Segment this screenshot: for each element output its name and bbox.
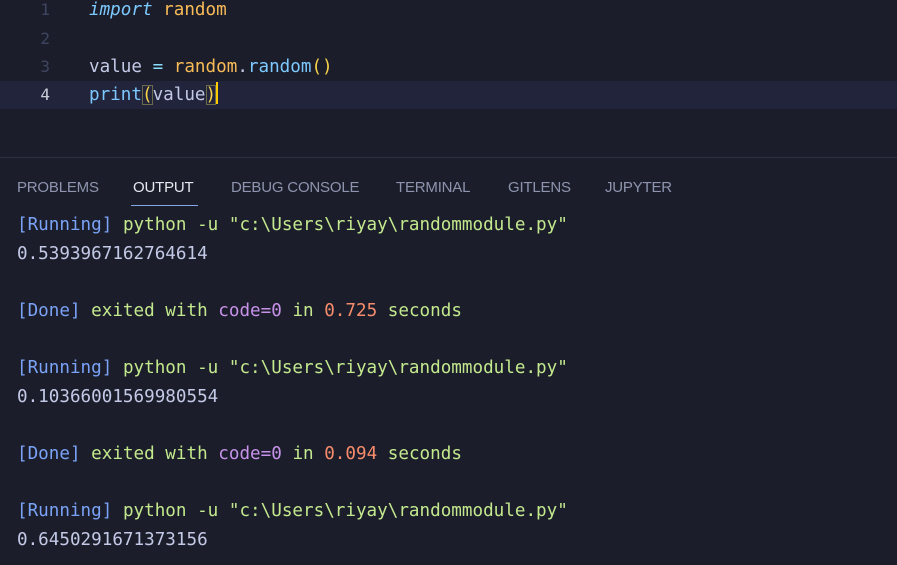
code-line-2[interactable]: 2 xyxy=(0,25,897,53)
tab-jupyter[interactable]: JUPYTER xyxy=(605,158,672,208)
seconds-text: seconds xyxy=(387,300,462,321)
tab-terminal[interactable]: TERMINAL xyxy=(396,158,470,208)
running-tag: [Running] xyxy=(17,500,113,521)
code-text: value = random.random() xyxy=(89,53,333,81)
function-name: print xyxy=(89,85,142,105)
result-line: 0.10366001569980554 xyxy=(17,386,219,407)
tab-problems[interactable]: PROBLEMS xyxy=(17,158,99,208)
done-line: [Done] exited with code=0 in 0.725 secon… xyxy=(17,297,887,326)
running-line: [Running] python -u "c:\Users\riyay\rand… xyxy=(17,497,887,526)
in-text: in xyxy=(292,443,314,464)
code-line-1[interactable]: 1 import random xyxy=(0,0,897,24)
seconds-text: seconds xyxy=(387,443,462,464)
panel-tabs: PROBLEMS OUTPUT DEBUG CONSOLE TERMINAL G… xyxy=(0,158,897,208)
result-line: 0.6450291671373156 xyxy=(17,529,208,550)
code-text: print(value) xyxy=(89,81,219,109)
module-name: random xyxy=(173,57,238,77)
command-text: python -u "c:\Users\riyay\randommodule.p… xyxy=(122,357,568,378)
running-line: [Running] python -u "c:\Users\riyay\rand… xyxy=(17,354,887,383)
result-line: 0.5393967162764614 xyxy=(17,243,208,264)
assign-operator: = xyxy=(152,57,164,77)
code-editor[interactable]: 1 import random 2 3 value = random.rando… xyxy=(0,0,897,157)
text-cursor xyxy=(216,82,219,104)
duration-value: 0.725 xyxy=(324,300,378,321)
open-paren: ( xyxy=(141,85,153,105)
output-log[interactable]: [Running] python -u "c:\Users\riyay\rand… xyxy=(17,211,887,554)
done-tag: [Done] xyxy=(17,443,81,464)
running-tag: [Running] xyxy=(17,357,113,378)
module-name: random xyxy=(163,0,227,20)
line-number: 3 xyxy=(40,57,50,76)
argument-name: value xyxy=(152,85,206,105)
tab-debug-console[interactable]: DEBUG CONSOLE xyxy=(231,158,359,208)
duration-value: 0.094 xyxy=(324,443,378,464)
code-text: import random xyxy=(89,0,227,24)
active-tab-indicator xyxy=(131,205,198,206)
close-paren: ) xyxy=(205,85,217,105)
done-tag: [Done] xyxy=(17,300,81,321)
variable-name: value xyxy=(89,57,142,77)
exit-code: code=0 xyxy=(218,443,282,464)
done-line: [Done] exited with code=0 in 0.094 secon… xyxy=(17,440,887,469)
code-line-3[interactable]: 3 value = random.random() xyxy=(0,53,897,81)
code-line-4[interactable]: 4 print(value) xyxy=(0,81,897,109)
running-line: [Running] python -u "c:\Users\riyay\rand… xyxy=(17,211,887,240)
tab-output[interactable]: OUTPUT xyxy=(133,158,194,208)
exit-code: code=0 xyxy=(218,300,282,321)
bottom-panel: PROBLEMS OUTPUT DEBUG CONSOLE TERMINAL G… xyxy=(0,157,897,565)
tab-gitlens[interactable]: GITLENS xyxy=(508,158,571,208)
exited-text: exited with xyxy=(91,300,208,321)
in-text: in xyxy=(292,300,314,321)
command-text: python -u "c:\Users\riyay\randommodule.p… xyxy=(122,500,568,521)
command-text: python -u "c:\Users\riyay\randommodule.p… xyxy=(122,215,568,235)
keyword-import: import xyxy=(89,0,153,20)
call-parens: () xyxy=(311,57,333,77)
running-tag: [Running] xyxy=(17,215,113,235)
line-number: 2 xyxy=(40,29,50,48)
line-number: 1 xyxy=(40,0,50,19)
function-name: random xyxy=(247,57,312,77)
exited-text: exited with xyxy=(91,443,208,464)
dot: . xyxy=(237,57,248,77)
line-number: 4 xyxy=(40,85,50,104)
